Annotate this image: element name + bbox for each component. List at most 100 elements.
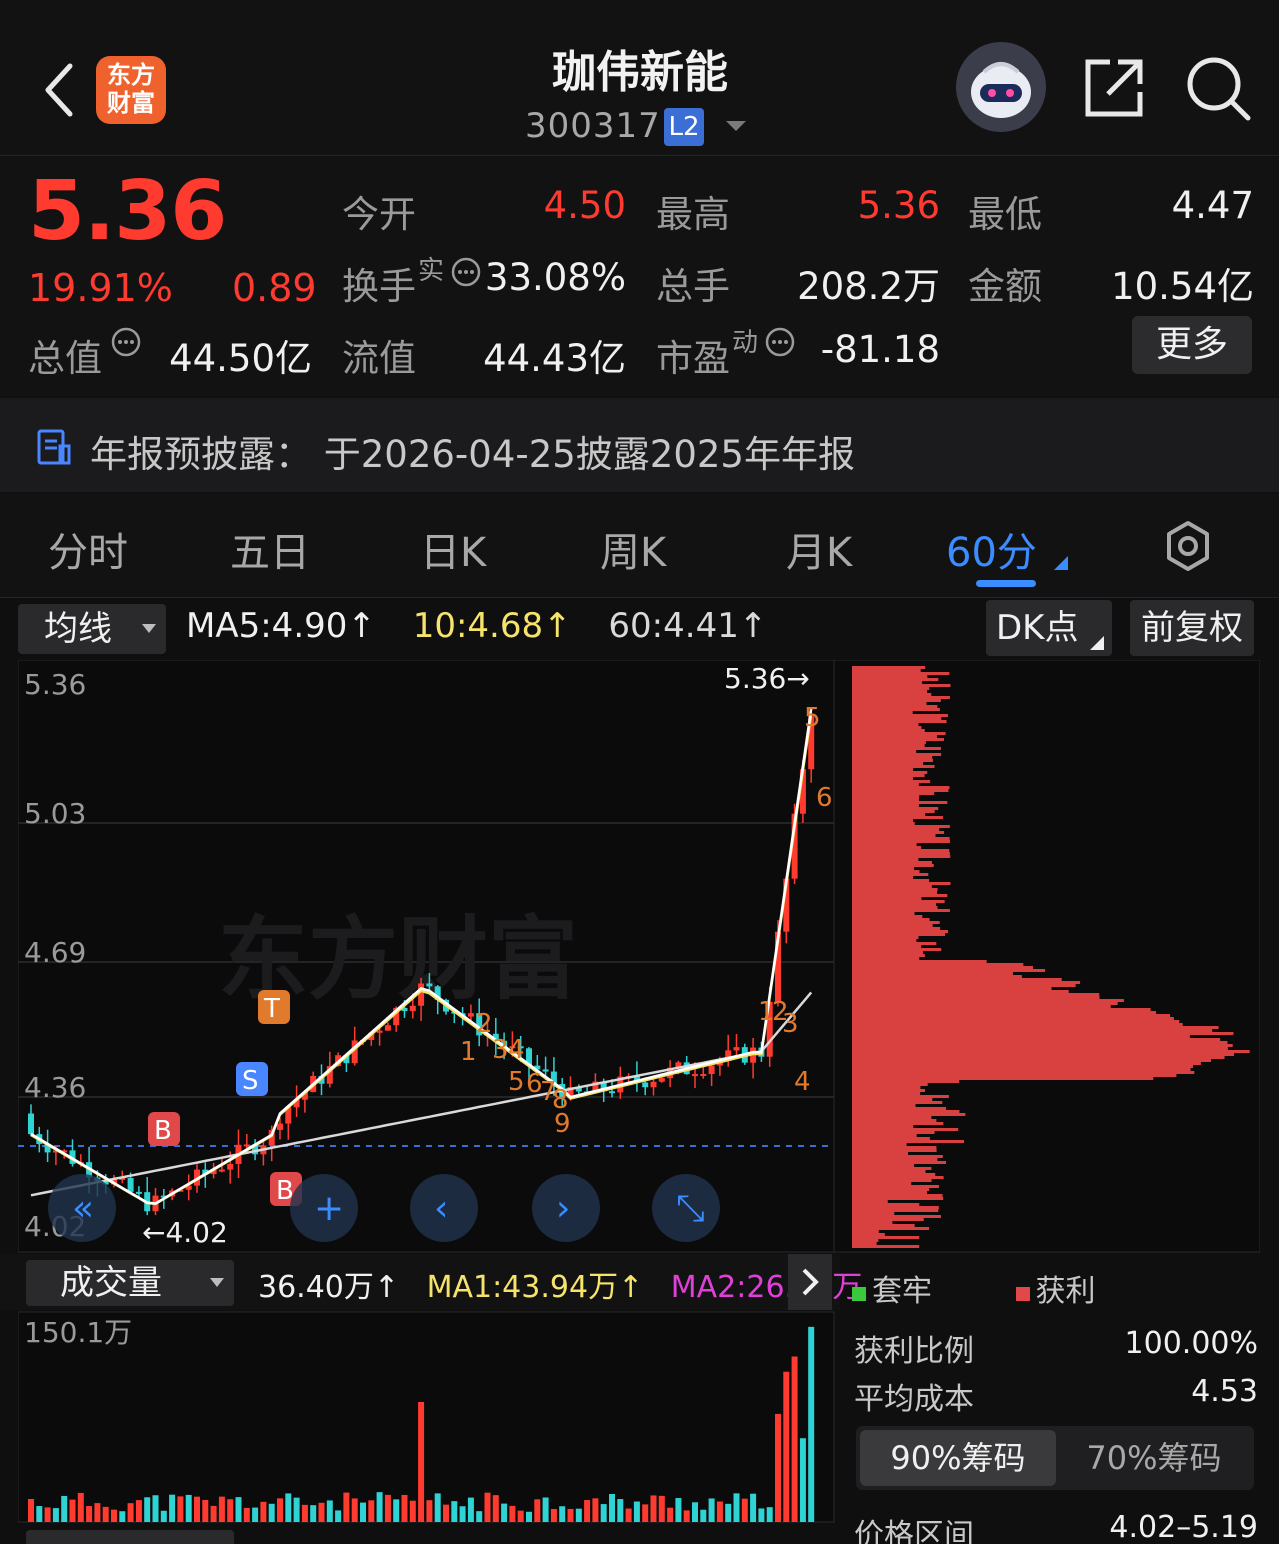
volume-bar xyxy=(152,1495,159,1522)
chip-bar xyxy=(852,756,933,759)
tab-daily-k[interactable]: 日K xyxy=(420,520,486,578)
chip-bar xyxy=(852,981,1081,984)
turnover-sup: 实 xyxy=(418,256,445,286)
volume-bar xyxy=(492,1495,499,1522)
volume-bar xyxy=(210,1505,217,1522)
chip-bar xyxy=(852,1134,917,1137)
candle-body xyxy=(227,1163,234,1170)
chip-bar xyxy=(852,678,939,681)
chip-bar xyxy=(852,795,920,798)
macd-indicator-select[interactable] xyxy=(26,1530,234,1544)
chip-bar xyxy=(852,852,950,855)
tab-five-day[interactable]: 五日 xyxy=(230,520,310,578)
volume-bar xyxy=(501,1503,508,1522)
ma-indicator-select[interactable]: 均线 xyxy=(18,604,166,654)
candle-body xyxy=(708,1065,715,1075)
chip-bar xyxy=(852,975,1022,978)
float-value: 44.43亿 xyxy=(483,337,626,380)
chip-bar xyxy=(852,777,913,780)
tab-weekly-k[interactable]: 周K xyxy=(600,520,666,578)
volume-bar xyxy=(293,1497,300,1522)
chip-bar xyxy=(852,1023,1183,1026)
chip-bar xyxy=(852,708,940,711)
notice-text[interactable]: 年报预披露： 于2026-04-25披露2025年年报 xyxy=(90,424,855,478)
tab-monthly-k[interactable]: 月K xyxy=(786,520,852,578)
chart-nav-icon: › xyxy=(556,1188,570,1229)
chip-bar xyxy=(852,798,919,801)
price-adjust-button[interactable]: 前复权 xyxy=(1130,600,1254,656)
legend-expand-button[interactable] xyxy=(788,1254,832,1310)
chip-bar xyxy=(852,873,929,876)
chip-tab-90[interactable]: 90%筹码 xyxy=(860,1430,1056,1486)
chip-bar xyxy=(852,1047,1228,1050)
chip-bar xyxy=(852,810,935,813)
y-tick-label: 5.36 xyxy=(24,668,86,701)
tab-intraday[interactable]: 分时 xyxy=(48,520,128,578)
volume-bar xyxy=(384,1494,391,1522)
chip-bar xyxy=(852,1005,1111,1008)
chip-bar xyxy=(852,1050,1250,1053)
robot-assistant-icon[interactable] xyxy=(956,42,1046,132)
chip-bar xyxy=(852,909,950,912)
back-icon[interactable] xyxy=(40,60,80,120)
dk-button-label: DK点 xyxy=(996,608,1079,648)
candle-body xyxy=(467,1013,474,1017)
volume-bar xyxy=(185,1494,192,1522)
tab-60min[interactable]: 60分 xyxy=(946,520,1037,578)
info-dots-icon[interactable] xyxy=(764,326,796,358)
dk-points-button[interactable]: DK点 xyxy=(986,600,1112,656)
signal-label: B xyxy=(154,1116,172,1146)
chip-tab-70[interactable]: 70%筹码 xyxy=(1058,1430,1250,1486)
candle-body xyxy=(642,1082,649,1088)
more-button[interactable]: 更多 xyxy=(1132,316,1252,374)
chip-bar xyxy=(852,1197,944,1200)
volume-bar xyxy=(111,1509,117,1522)
candle-body xyxy=(409,1005,416,1012)
volume-bar xyxy=(808,1326,815,1522)
chip-bar xyxy=(852,1092,921,1095)
chip-bar xyxy=(852,1173,936,1176)
chip-bar xyxy=(852,804,919,807)
legend-trapped-label: 套牢 xyxy=(872,1274,932,1309)
signal-label: T xyxy=(263,994,280,1024)
chip-bar xyxy=(852,1185,939,1188)
chip-bar xyxy=(852,762,924,765)
volume-bar xyxy=(775,1413,781,1522)
info-dots-icon[interactable] xyxy=(110,326,142,358)
stock-code[interactable]: 300317 xyxy=(525,106,661,146)
share-icon[interactable] xyxy=(1082,56,1146,120)
volume-bar xyxy=(227,1499,234,1522)
chip-bar xyxy=(852,1236,920,1239)
chip-bar xyxy=(852,1035,1190,1038)
volume-bar xyxy=(700,1509,707,1522)
gear-icon[interactable] xyxy=(1162,520,1214,572)
app-logo[interactable]: 东方 财富 xyxy=(96,56,166,124)
chip-bar xyxy=(852,1113,966,1116)
y-tick-label: 4.36 xyxy=(24,1071,86,1104)
volume-indicator-select[interactable]: 成交量 xyxy=(26,1260,234,1306)
volume-bar xyxy=(28,1499,34,1522)
level2-badge[interactable]: L2 xyxy=(664,108,704,146)
candle-body xyxy=(418,983,425,1006)
volume-bar xyxy=(61,1495,68,1522)
volume-bar xyxy=(351,1498,358,1522)
dropdown-caret-icon[interactable] xyxy=(724,118,748,134)
volume-bar xyxy=(733,1493,740,1522)
chip-legend: 套牢 获利 xyxy=(852,1266,1096,1310)
count-label: 1 xyxy=(460,1037,477,1067)
volume-bar xyxy=(218,1496,225,1522)
pe-sup: 动 xyxy=(732,328,759,358)
chip-bar xyxy=(852,1026,1219,1029)
kline-chart[interactable]: 5.365.034.694.364.02东方财富5.36→←4.02TSBB12… xyxy=(18,660,1260,1544)
search-icon[interactable] xyxy=(1184,54,1252,122)
chip-bar xyxy=(852,933,946,936)
info-dots-icon[interactable] xyxy=(450,256,482,288)
chip-bar xyxy=(852,1158,938,1161)
volume-bar xyxy=(160,1510,167,1522)
chip-bar xyxy=(852,1128,959,1131)
volume-bar xyxy=(658,1495,665,1522)
volume-bar xyxy=(791,1356,798,1522)
volume-bar xyxy=(484,1492,491,1522)
volume-bar xyxy=(434,1493,441,1522)
chip-bar xyxy=(852,1194,943,1197)
